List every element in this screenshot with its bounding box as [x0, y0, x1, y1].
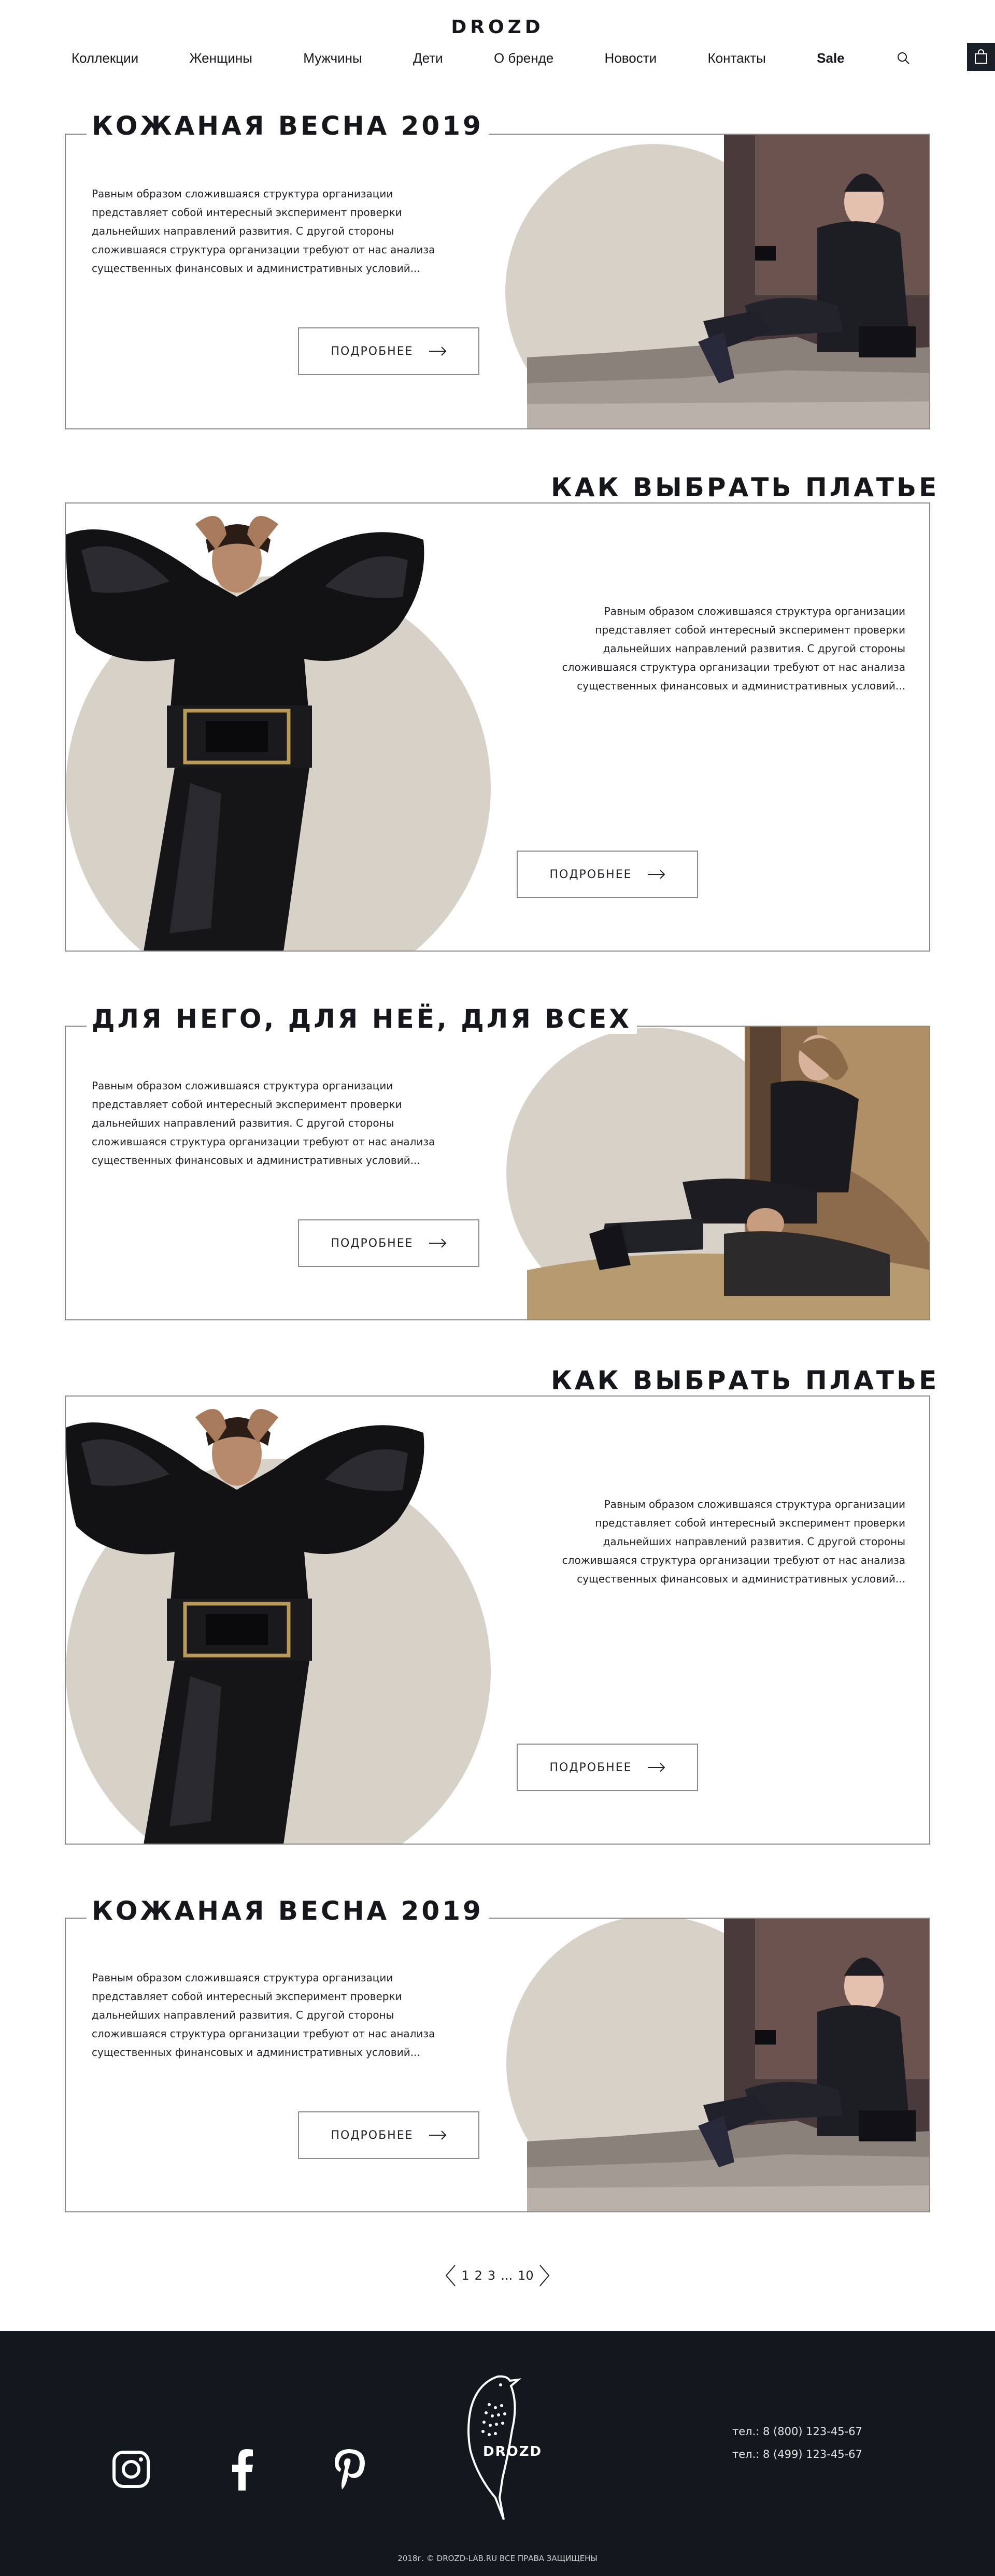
article-title: КАК ВЫБРАТЬ ПЛАТЬЕ	[546, 472, 945, 502]
article-text: Равным образом сложившаяся структура орг…	[92, 1080, 435, 1167]
arrow-right-icon	[429, 1239, 446, 1248]
article-text: Равным образом сложившаяся структура орг…	[92, 188, 435, 275]
nav-item-about-brand[interactable]: О бренде	[494, 50, 553, 66]
more-button-label: ПОДРОБНЕЕ	[331, 2128, 414, 2142]
pagination: 1 2 3 ... 10	[435, 2263, 560, 2289]
nav-item-news[interactable]: Новости	[605, 50, 657, 66]
chevron-right-icon[interactable]	[539, 2264, 550, 2287]
more-button-label: ПОДРОБНЕЕ	[549, 868, 632, 881]
arrow-right-icon	[647, 870, 665, 879]
article-photo	[66, 1397, 429, 1844]
article-frame: Равным образом сложившаяся структура орг…	[65, 1918, 930, 2212]
article-frame: Равным образом сложившаяся структура орг…	[65, 1026, 930, 1320]
arrow-right-icon	[429, 347, 446, 356]
footer: DROZD тел.: 8 (800) 123-45-67 тел.: 8 (4…	[0, 2331, 995, 2576]
shopping-bag-button[interactable]	[967, 43, 995, 71]
article-title: КАК ВЫБРАТЬ ПЛАТЬЕ	[546, 1365, 945, 1395]
nav-item-contacts[interactable]: Контакты	[708, 50, 766, 66]
pagination-ellipsis: ...	[501, 2268, 513, 2283]
site-logo[interactable]: DROZD	[0, 17, 995, 38]
more-button[interactable]: ПОДРОБНЕЕ	[298, 327, 479, 375]
phone-number[interactable]: тел.: 8 (499) 123-45-67	[732, 2443, 862, 2466]
article-card: ДЛЯ НЕГО, ДЛЯ НЕЁ, ДЛЯ ВСЕХ Равным образ…	[65, 1004, 930, 1320]
phone-number[interactable]: тел.: 8 (800) 123-45-67	[732, 2420, 862, 2443]
page-link[interactable]: 1	[461, 2268, 469, 2283]
search-icon[interactable]	[895, 50, 911, 66]
article-card: КАК ВЫБРАТЬ ПЛАТЬЕ Равным образом сложив…	[65, 1365, 945, 1845]
more-button[interactable]: ПОДРОБНЕЕ	[298, 1219, 479, 1267]
article-photo	[527, 135, 929, 428]
article-title: КОЖАНАЯ ВЕСНА 2019	[87, 1896, 489, 1926]
more-button-label: ПОДРОБНЕЕ	[549, 1761, 632, 1774]
chevron-left-icon[interactable]	[445, 2264, 456, 2287]
article-frame: Равным образом сложившаяся структура орг…	[65, 1395, 930, 1845]
page-link[interactable]: 3	[488, 2268, 495, 2283]
article-title: ДЛЯ НЕГО, ДЛЯ НЕЁ, ДЛЯ ВСЕХ	[87, 1004, 637, 1034]
facebook-icon[interactable]	[231, 2448, 253, 2491]
more-button[interactable]: ПОДРОБНЕЕ	[517, 1744, 698, 1791]
article-title: КОЖАНАЯ ВЕСНА 2019	[87, 111, 489, 141]
article-card: КАК ВЫБРАТЬ ПЛАТЬЕ Равным образом сложив…	[65, 472, 945, 952]
article-photo	[527, 1919, 929, 2211]
more-button[interactable]: ПОДРОБНЕЕ	[298, 2111, 479, 2159]
copyright: 2018г. © DROZD-LAB.RU ВСЕ ПРАВА ЗАЩИЩЕНЫ	[397, 2554, 598, 2563]
nav-item-kids[interactable]: Дети	[413, 50, 443, 66]
article-text: Равным образом сложившаяся структура орг…	[562, 605, 905, 692]
nav-item-sale[interactable]: Sale	[817, 50, 845, 66]
nav-item-men[interactable]: Мужчины	[303, 50, 362, 66]
nav-item-women[interactable]: Женщины	[189, 50, 252, 66]
more-button[interactable]: ПОДРОБНЕЕ	[517, 851, 698, 898]
article-photo	[66, 503, 429, 951]
main-nav: Коллекции Женщины Мужчины Дети О бренде …	[72, 48, 911, 68]
footer-phones: тел.: 8 (800) 123-45-67 тел.: 8 (499) 12…	[732, 2420, 862, 2466]
article-card: КОЖАНАЯ ВЕСНА 2019 Равным образом сложив…	[65, 111, 930, 429]
article-text: Равным образом сложившаяся структура орг…	[92, 1971, 435, 2059]
page-link-last[interactable]: 10	[518, 2268, 534, 2283]
article-card: КОЖАНАЯ ВЕСНА 2019 Равным образом сложив…	[65, 1896, 930, 2212]
shopping-bag-icon	[975, 49, 987, 64]
arrow-right-icon	[429, 2131, 446, 2140]
nav-item-collections[interactable]: Коллекции	[72, 50, 138, 66]
instagram-icon[interactable]	[112, 2450, 150, 2488]
footer-logo: DROZD	[483, 2444, 543, 2459]
pinterest-icon[interactable]	[333, 2447, 366, 2491]
arrow-right-icon	[647, 1763, 665, 1772]
more-button-label: ПОДРОБНЕЕ	[331, 1236, 414, 1250]
more-button-label: ПОДРОБНЕЕ	[331, 344, 414, 358]
article-frame: Равным образом сложившаяся структура орг…	[65, 502, 930, 952]
page-link[interactable]: 2	[475, 2268, 482, 2283]
article-text: Равным образом сложившаяся структура орг…	[562, 1498, 905, 1585]
article-photo	[527, 1027, 929, 1319]
article-frame: Равным образом сложившаяся структура орг…	[65, 134, 930, 429]
